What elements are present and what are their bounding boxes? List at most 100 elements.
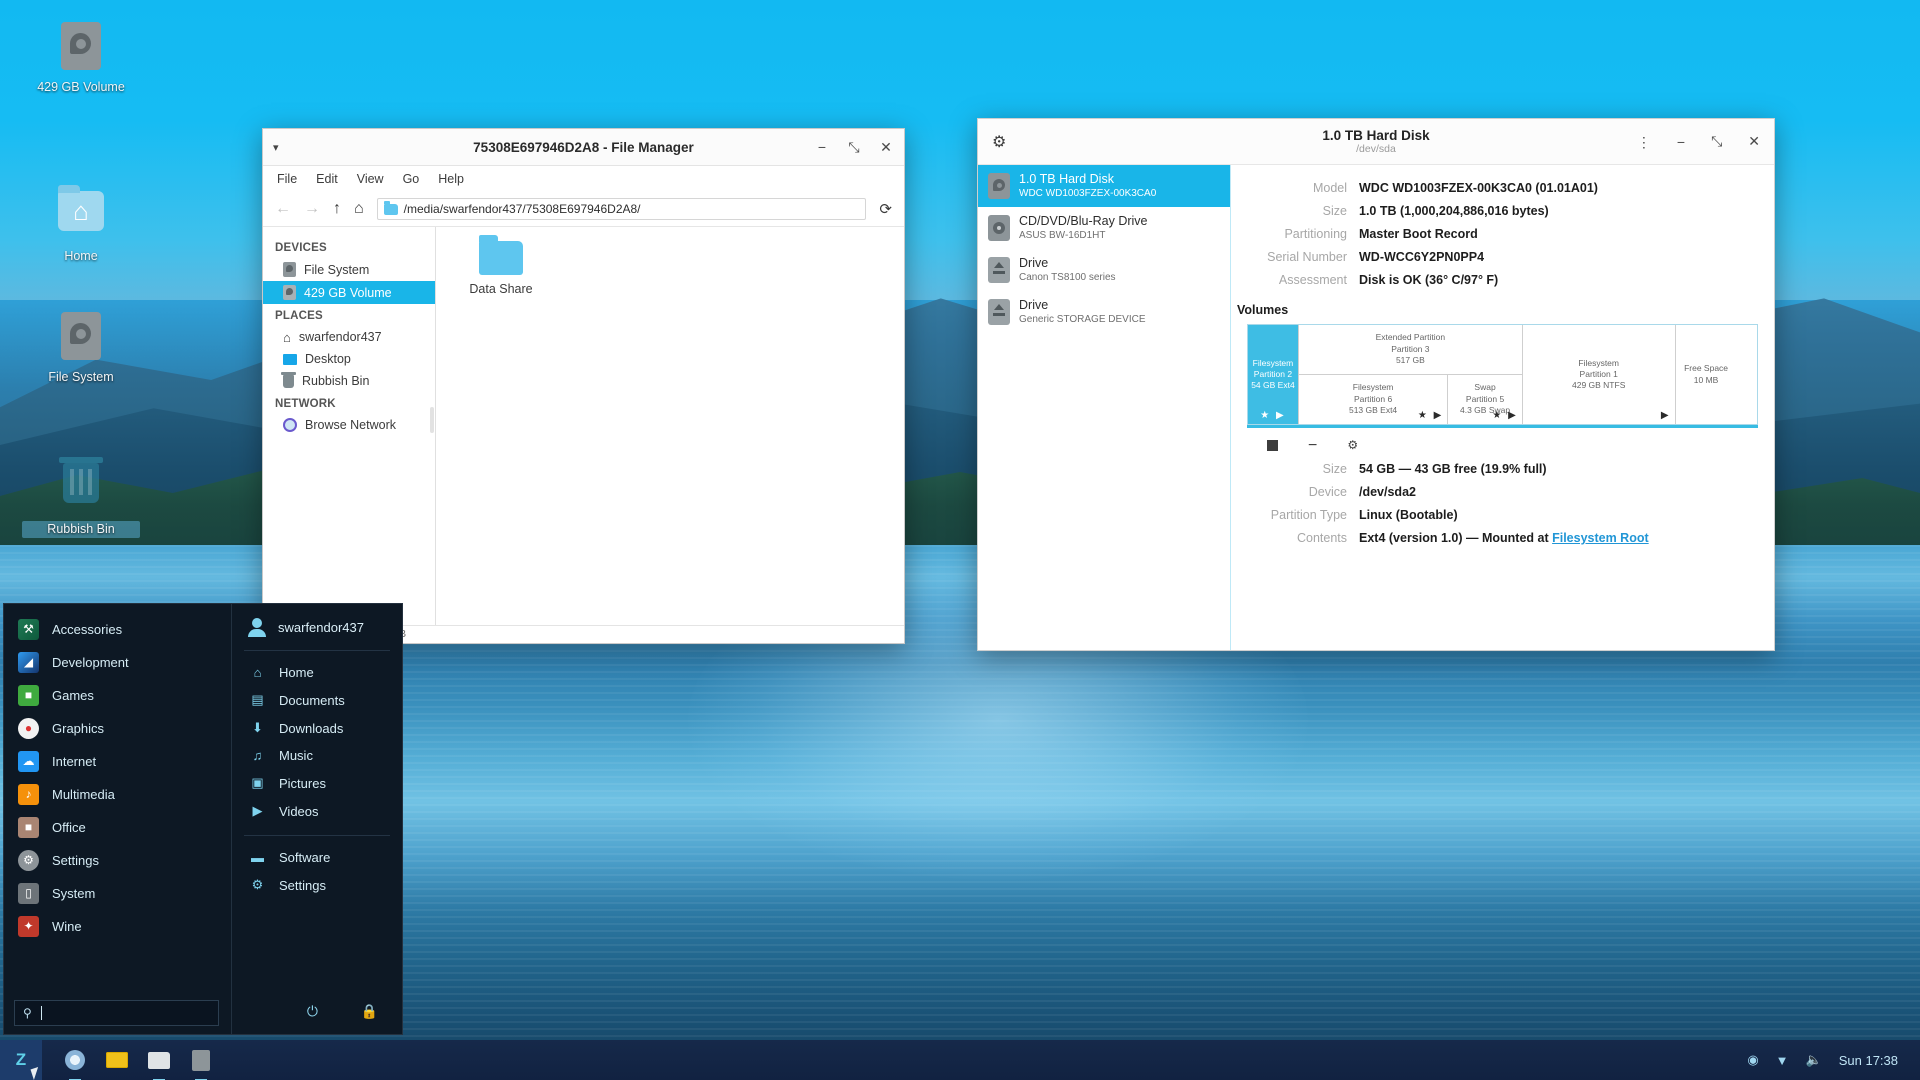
taskbar-chromium-browser[interactable] bbox=[60, 1045, 90, 1075]
file-manager-menubar: File Edit View Go Help bbox=[263, 166, 904, 192]
detail-row-serial: Serial Number WD-WCC6Y2PN0PP4 bbox=[1231, 246, 1758, 269]
partition-line3: 54 GB Ext4 bbox=[1251, 380, 1294, 391]
desktop-icon-home[interactable]: Home bbox=[22, 185, 140, 264]
partition-line3: 513 GB Ext4 bbox=[1349, 405, 1397, 416]
desktop-icon-filesystem[interactable]: File System bbox=[22, 310, 140, 385]
overflow-menu-icon[interactable]: ⋮ bbox=[1637, 140, 1651, 144]
forward-icon[interactable]: → bbox=[304, 200, 320, 218]
menu-category-multimedia[interactable]: ♪ Multimedia bbox=[4, 778, 231, 811]
sidebar-item-file-system[interactable]: File System bbox=[263, 258, 435, 281]
partition-options-icon[interactable]: ⚙ bbox=[1347, 438, 1358, 452]
file-list-pane[interactable]: Data Share bbox=[436, 227, 904, 625]
chromium-browser-icon bbox=[65, 1050, 85, 1070]
settings-gear-icon: ⚙ bbox=[18, 850, 39, 871]
power-icon[interactable]: ⏻ bbox=[307, 1003, 318, 1020]
minimize-icon[interactable]: − bbox=[1677, 134, 1685, 150]
menu-view[interactable]: View bbox=[357, 172, 384, 186]
gear-icon[interactable]: ⚙ bbox=[992, 132, 1006, 152]
partition-cell-6[interactable]: Filesystem Partition 6 513 GB Ext4 ★ ▶ bbox=[1299, 375, 1448, 425]
menu-category-internet[interactable]: ☁ Internet bbox=[4, 745, 231, 778]
reload-icon[interactable]: ⟳ bbox=[879, 200, 892, 218]
place-downloads[interactable]: ⬇ Downloads bbox=[232, 714, 402, 742]
menu-edit[interactable]: Edit bbox=[316, 172, 338, 186]
clock[interactable]: Sun 17:38 bbox=[1839, 1053, 1898, 1068]
place-label: Pictures bbox=[279, 776, 326, 791]
sidebar-item-desktop[interactable]: Desktop bbox=[263, 348, 435, 370]
desktop-icon-label: Home bbox=[22, 249, 140, 264]
current-user[interactable]: swarfendor437 bbox=[232, 614, 402, 648]
home-icon[interactable]: ⌂ bbox=[354, 200, 364, 218]
place-pictures[interactable]: ▣ Pictures bbox=[232, 769, 402, 797]
disks-titlebar[interactable]: ⚙ 1.0 TB Hard Disk /dev/sda ⋮ − ⤡ ✕ bbox=[978, 119, 1774, 165]
maximize-icon[interactable]: ⤡ bbox=[846, 139, 862, 156]
back-icon[interactable]: ← bbox=[275, 200, 291, 218]
filesystem-root-link[interactable]: Filesystem Root bbox=[1552, 531, 1649, 545]
taskbar-disks-utility[interactable] bbox=[186, 1045, 216, 1075]
sidebar-item-swarfendor437[interactable]: ⌂ swarfendor437 bbox=[263, 326, 435, 348]
device-row-canon[interactable]: Drive Canon TS8100 series bbox=[978, 249, 1230, 291]
menu-category-games[interactable]: ■ Games bbox=[4, 679, 231, 712]
disks-utility-window[interactable]: ⚙ 1.0 TB Hard Disk /dev/sda ⋮ − ⤡ ✕ 1.0 … bbox=[977, 118, 1775, 651]
path-input[interactable]: /media/swarfendor437/75308E697946D2A8/ bbox=[377, 198, 867, 220]
maximize-icon[interactable]: ⤡ bbox=[1711, 133, 1722, 150]
taskbar-file-manager[interactable] bbox=[144, 1045, 174, 1075]
menu-settings[interactable]: ⚙ Settings bbox=[232, 871, 402, 899]
menu-go[interactable]: Go bbox=[403, 172, 420, 186]
start-menu[interactable]: ⚒ Accessories ◢ Development ■ Games ● Gr… bbox=[3, 603, 403, 1035]
menu-category-office[interactable]: ■ Office bbox=[4, 811, 231, 844]
close-icon[interactable]: ✕ bbox=[1748, 133, 1760, 150]
desktop-icon-rubbish-bin[interactable]: Rubbish Bin bbox=[22, 455, 140, 538]
device-row-optical[interactable]: CD/DVD/Blu-Ray Drive ASUS BW-16D1HT bbox=[978, 207, 1230, 249]
device-row-generic[interactable]: Drive Generic STORAGE DEVICE bbox=[978, 291, 1230, 333]
partition-cell-5[interactable]: Swap Partition 5 4.3 GB Swap ★ ▶ bbox=[1448, 375, 1522, 425]
list-item[interactable]: Data Share bbox=[452, 241, 550, 296]
stop-square-icon[interactable] bbox=[1267, 440, 1278, 451]
update-icon[interactable]: ◉ bbox=[1747, 1052, 1758, 1068]
network-icon[interactable]: ▼ bbox=[1776, 1053, 1789, 1068]
search-input[interactable]: ⚲ bbox=[14, 1000, 219, 1026]
menu-file[interactable]: File bbox=[277, 172, 297, 186]
partition-bar[interactable]: Filesystem Partition 2 54 GB Ext4 ★ ▶ Ex… bbox=[1247, 324, 1758, 425]
sidebar-item-browse-network[interactable]: Browse Network bbox=[263, 414, 435, 436]
menu-software[interactable]: ▬ Software bbox=[232, 844, 402, 871]
category-label: Development bbox=[52, 655, 129, 670]
file-manager-window[interactable]: ▾ 75308E697946D2A8 - File Manager − ⤡ ✕ … bbox=[262, 128, 905, 644]
partition-cell-2[interactable]: Filesystem Partition 2 54 GB Ext4 ★ ▶ bbox=[1248, 325, 1299, 424]
partition-line2: 10 MB bbox=[1694, 375, 1719, 386]
volume-icon[interactable]: 🔈 bbox=[1806, 1052, 1822, 1068]
window-menu-icon[interactable]: ▾ bbox=[273, 141, 293, 154]
desktop-icon-volume[interactable]: 429 GB Volume bbox=[22, 20, 140, 95]
up-icon[interactable]: ↑ bbox=[333, 200, 341, 218]
taskbar-mail-client[interactable] bbox=[102, 1045, 132, 1075]
partition-cell-free[interactable]: Free Space 10 MB bbox=[1676, 325, 1737, 424]
place-music[interactable]: ♫ Music bbox=[232, 742, 402, 769]
menu-category-accessories[interactable]: ⚒ Accessories bbox=[4, 613, 231, 646]
menu-category-system[interactable]: ▯ System bbox=[4, 877, 231, 910]
file-manager-titlebar[interactable]: ▾ 75308E697946D2A8 - File Manager − ⤡ ✕ bbox=[263, 129, 904, 166]
partition-marks: ★ ▶ bbox=[1418, 409, 1443, 422]
search-icon: ⚲ bbox=[23, 1006, 32, 1020]
partition-cell-3[interactable]: Extended Partition Partition 3 517 GB bbox=[1299, 325, 1522, 375]
lock-icon[interactable]: 🔒 bbox=[361, 1003, 378, 1020]
start-menu-categories: ⚒ Accessories ◢ Development ■ Games ● Gr… bbox=[4, 604, 232, 1034]
disks-detail-pane: Model WDC WD1003FZEX-00K3CA0 (01.01A01) … bbox=[1231, 165, 1774, 650]
menu-category-settings[interactable]: ⚙ Settings bbox=[4, 844, 231, 877]
place-home[interactable]: ⌂ Home bbox=[232, 659, 402, 686]
menu-category-wine[interactable]: ✦ Wine bbox=[4, 910, 231, 943]
sidebar-item-429-gb-volume[interactable]: 429 GB Volume bbox=[263, 281, 435, 304]
category-label: Wine bbox=[52, 919, 82, 934]
minimize-icon[interactable]: − bbox=[814, 139, 830, 156]
device-row-hard-disk[interactable]: 1.0 TB Hard Disk WDC WD1003FZEX-00K3CA0 bbox=[978, 165, 1230, 207]
detail-key: Size bbox=[1231, 458, 1359, 481]
close-icon[interactable]: ✕ bbox=[878, 139, 894, 156]
document-icon: ▤ bbox=[249, 692, 266, 708]
place-videos[interactable]: ▶ Videos bbox=[232, 797, 402, 825]
menu-help[interactable]: Help bbox=[438, 172, 464, 186]
pane-splitter[interactable] bbox=[430, 407, 434, 433]
menu-category-graphics[interactable]: ● Graphics bbox=[4, 712, 231, 745]
menu-category-development[interactable]: ◢ Development bbox=[4, 646, 231, 679]
remove-partition-icon[interactable]: − bbox=[1308, 440, 1317, 451]
sidebar-item-rubbish-bin[interactable]: Rubbish Bin bbox=[263, 370, 435, 392]
partition-cell-1[interactable]: Filesystem Partition 1 429 GB NTFS ▶ bbox=[1523, 325, 1676, 424]
place-documents[interactable]: ▤ Documents bbox=[232, 686, 402, 714]
